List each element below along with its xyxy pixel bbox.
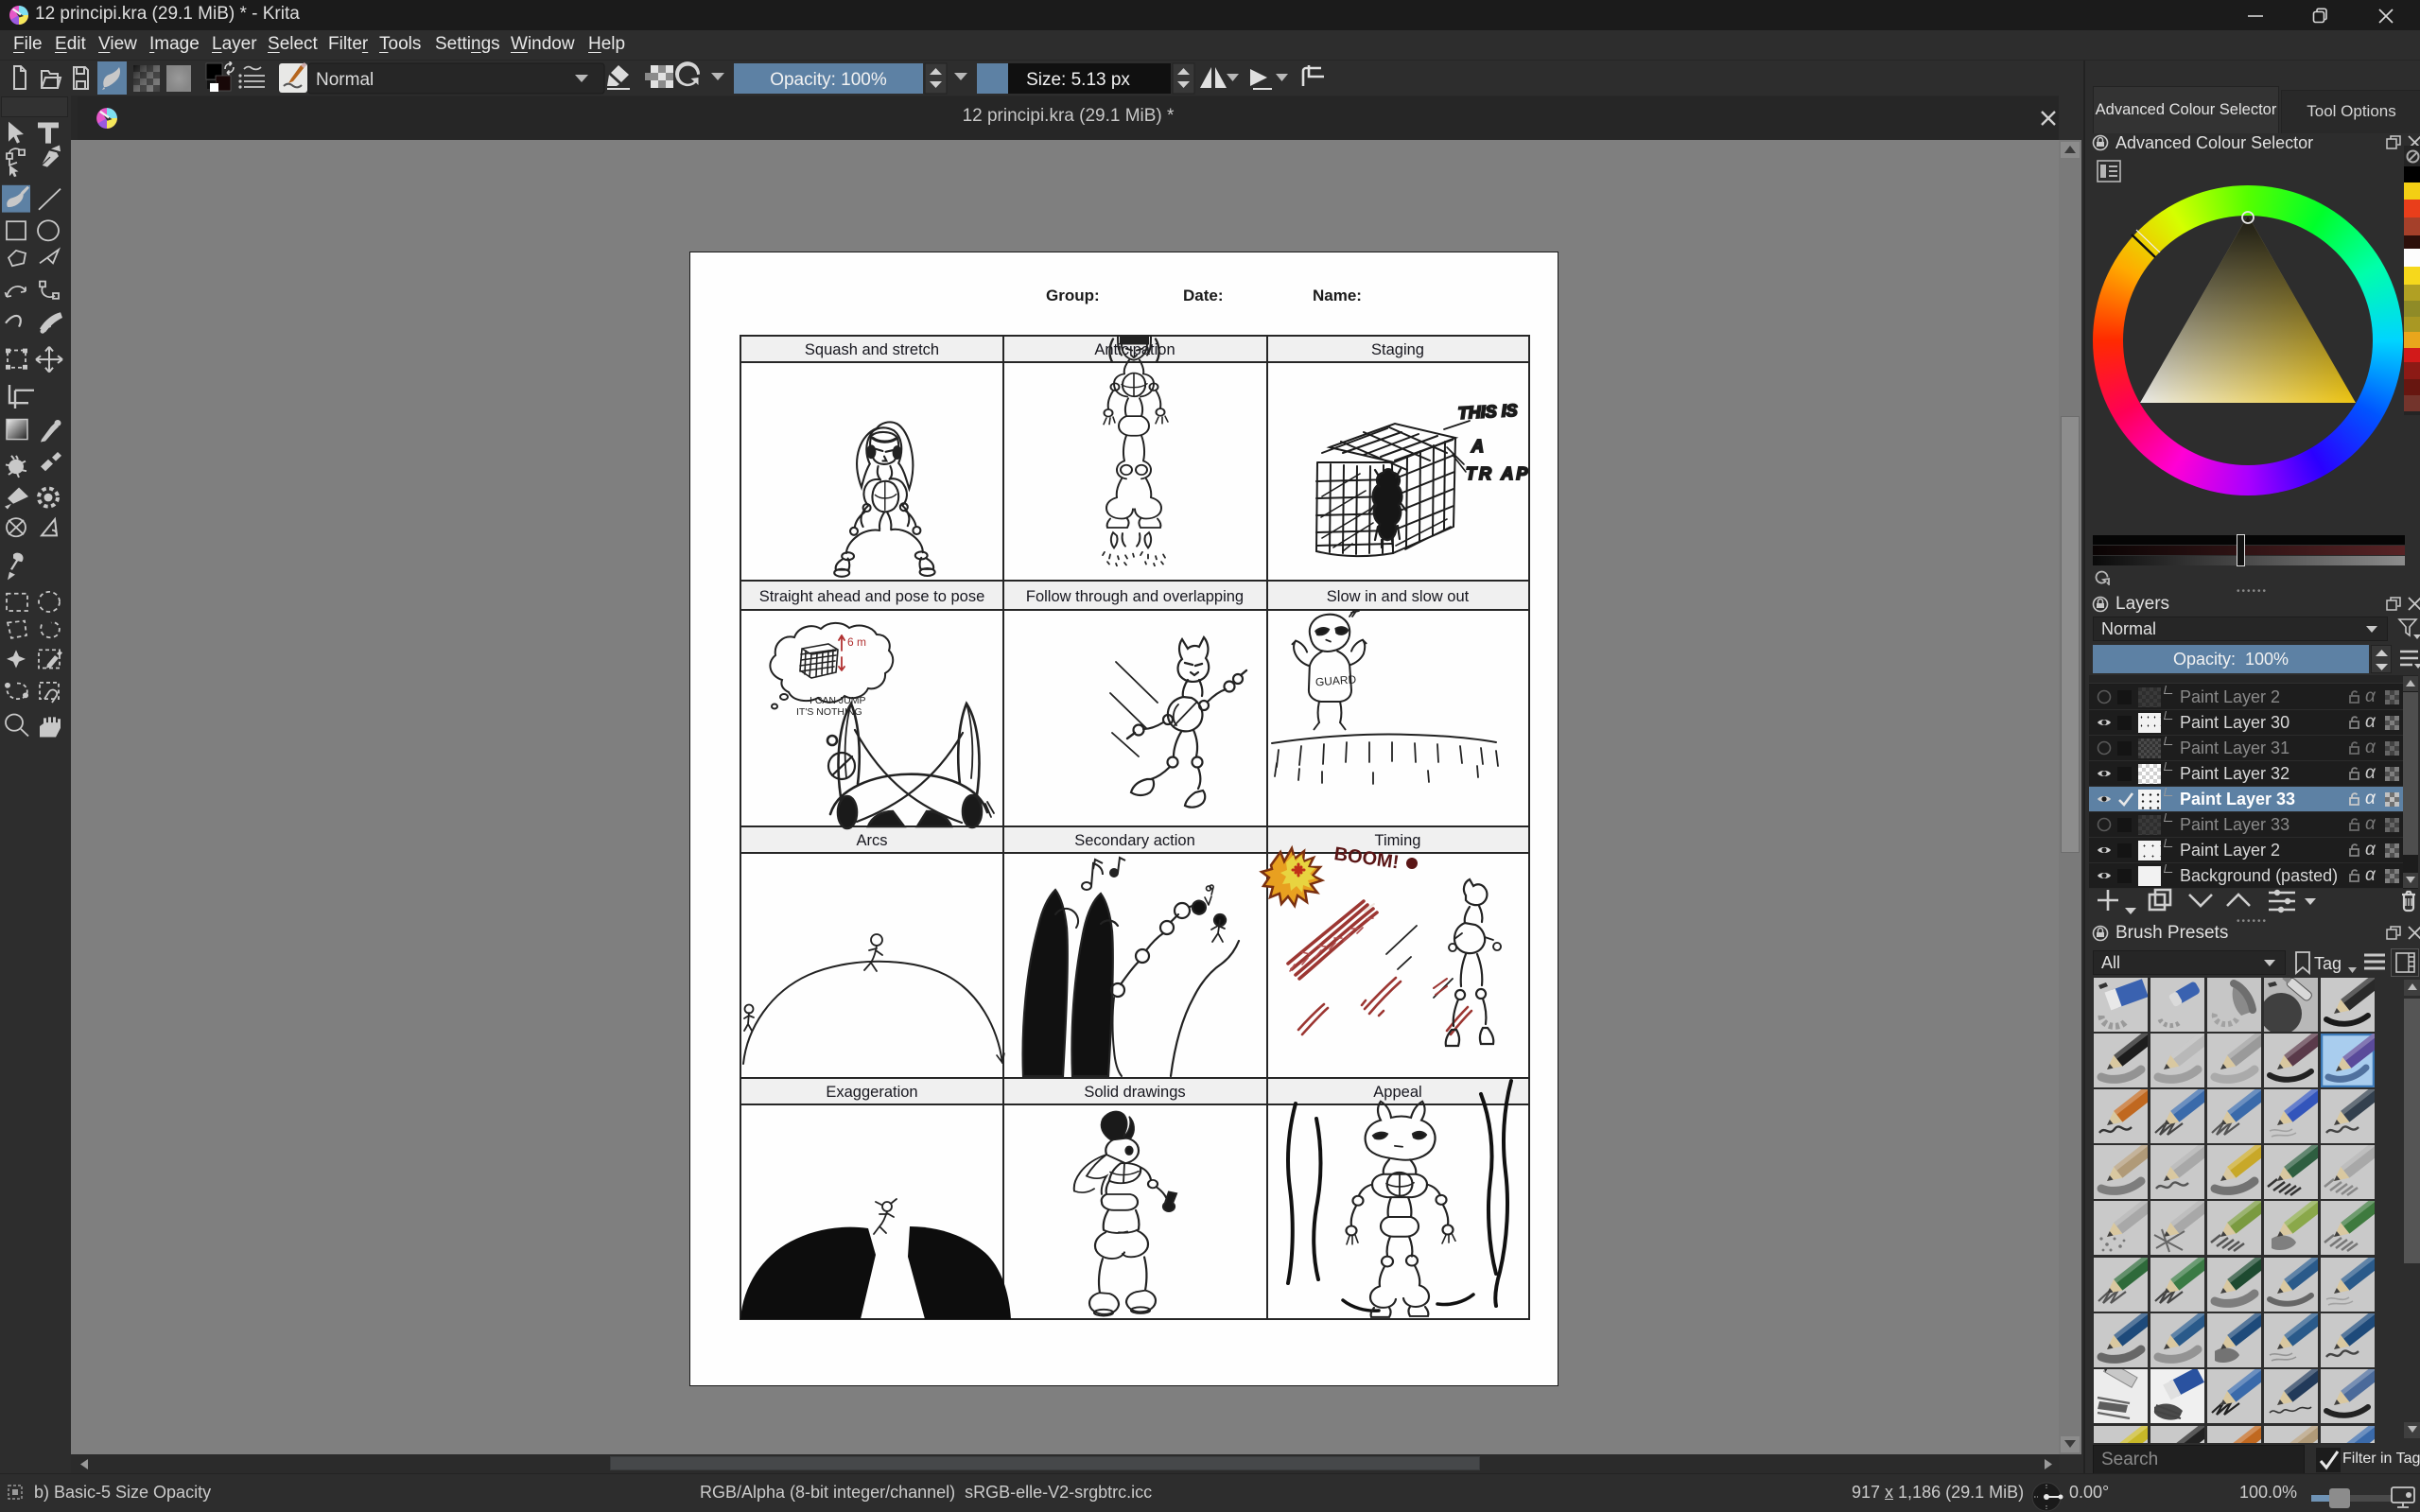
svg-text:Date:: Date: — [1183, 287, 1224, 304]
svg-text:Secondary action: Secondary action — [1074, 832, 1195, 849]
svg-text:THIS IS: THIS IS — [1457, 401, 1518, 423]
svg-text:Opacity: 100%: Opacity: 100% — [770, 70, 887, 90]
svg-text:Staging: Staging — [1371, 341, 1424, 358]
svg-text:I CAN JUMP: I CAN JUMP — [810, 695, 866, 706]
svg-text:Appeal: Appeal — [1373, 1084, 1421, 1101]
svg-text:Straight ahead and pose to pos: Straight ahead and pose to pose — [759, 588, 985, 605]
svg-text:Solid drawings: Solid drawings — [1084, 1084, 1185, 1101]
svg-text:Normal: Normal — [316, 70, 374, 90]
svg-text:Arcs: Arcs — [857, 832, 888, 849]
svg-text:Group:: Group: — [1046, 287, 1100, 304]
svg-text:Size: 5.13 px: Size: 5.13 px — [1026, 70, 1130, 90]
svg-text:A: A — [1471, 437, 1484, 456]
svg-text:TR AP: TR AP — [1466, 464, 1530, 483]
svg-text:Slow in and slow out: Slow in and slow out — [1327, 588, 1470, 605]
svg-text:Name:: Name: — [1313, 287, 1362, 304]
svg-text:Follow through and overlapping: Follow through and overlapping — [1026, 588, 1244, 605]
svg-text:Squash and stretch: Squash and stretch — [805, 341, 939, 358]
svg-text:Exaggeration: Exaggeration — [826, 1084, 917, 1101]
svg-text:Tag: Tag — [2314, 954, 2342, 973]
svg-text:Timing: Timing — [1375, 832, 1421, 849]
svg-text:6 m: 6 m — [847, 635, 866, 649]
